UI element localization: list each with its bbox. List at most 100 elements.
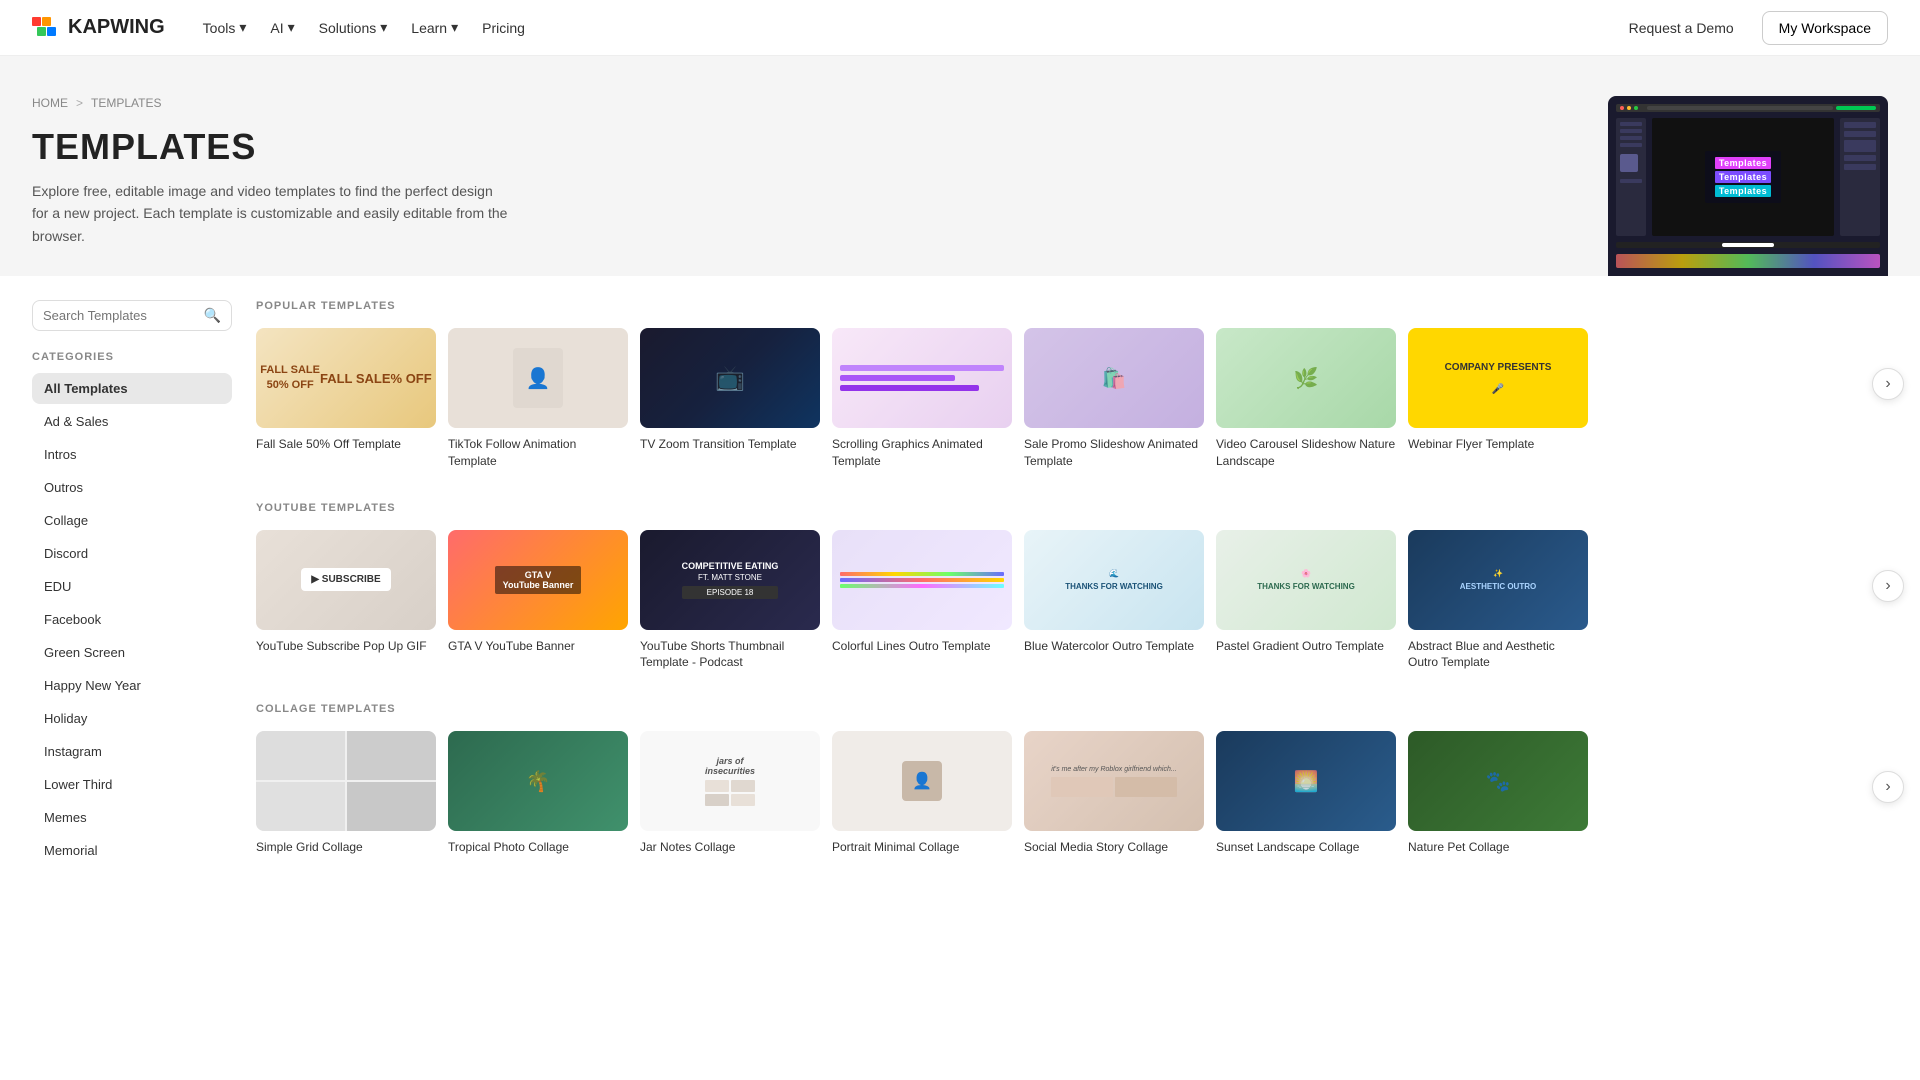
template-thumb-webinar: COMPANY PRESENTS🎤 bbox=[1408, 328, 1588, 428]
template-title-scrolling: Scrolling Graphics Animated Template bbox=[832, 436, 1012, 470]
template-card-abstract-blue[interactable]: ✨ AESTHETIC OUTRO Abstract Blue and Aest… bbox=[1408, 530, 1588, 672]
sidebar-item-green-screen[interactable]: Green Screen bbox=[32, 637, 232, 668]
sidebar-item-instagram[interactable]: Instagram bbox=[32, 736, 232, 767]
sidebar-item-memorial[interactable]: Memorial bbox=[32, 835, 232, 866]
youtube-carousel-next[interactable]: › bbox=[1872, 570, 1904, 602]
hero-preview-image: Templates Templates Templates bbox=[1608, 96, 1888, 276]
sidebar-item-outros[interactable]: Outros bbox=[32, 472, 232, 503]
sidebar: 🔍 CATEGORIES All Templates Ad & Sales In… bbox=[32, 300, 232, 888]
logo[interactable]: KAPWING bbox=[32, 16, 165, 39]
sidebar-item-lower-third[interactable]: Lower Third bbox=[32, 769, 232, 800]
template-card-blue-watercolor[interactable]: 🌊 THANKS FOR WATCHING Blue Watercolor Ou… bbox=[1024, 530, 1204, 672]
sidebar-item-edu[interactable]: EDU bbox=[32, 571, 232, 602]
main-layout: 🔍 CATEGORIES All Templates Ad & Sales In… bbox=[0, 276, 1920, 912]
popular-section-label: POPULAR TEMPLATES bbox=[256, 300, 1888, 312]
template-title-yt-shorts: YouTube Shorts Thumbnail Template - Podc… bbox=[640, 638, 820, 672]
template-title-yt-subscribe: YouTube Subscribe Pop Up GIF bbox=[256, 638, 436, 655]
chevron-down-icon: ▾ bbox=[288, 19, 295, 36]
template-title-gta: GTA V YouTube Banner bbox=[448, 638, 628, 655]
nav-tools[interactable]: Tools ▾ bbox=[193, 13, 257, 42]
hero-template-text-1: Templates bbox=[1715, 157, 1771, 169]
popular-carousel-next[interactable]: › bbox=[1872, 368, 1904, 400]
template-title-webinar: Webinar Flyer Template bbox=[1408, 436, 1588, 453]
template-card-scrolling[interactable]: Scrolling Graphics Animated Template bbox=[832, 328, 1012, 470]
search-box[interactable]: 🔍 bbox=[32, 300, 232, 331]
template-title-tv-zoom: TV Zoom Transition Template bbox=[640, 436, 820, 453]
template-thumb-sale-promo: 🛍️ bbox=[1024, 328, 1204, 428]
search-input[interactable] bbox=[43, 308, 196, 323]
template-thumb-collage2: 🌴 bbox=[448, 731, 628, 831]
my-workspace-button[interactable]: My Workspace bbox=[1762, 11, 1888, 45]
nav-left: KAPWING Tools ▾ AI ▾ Solutions ▾ Learn ▾… bbox=[32, 13, 535, 42]
nav-pricing[interactable]: Pricing bbox=[472, 13, 535, 42]
nav-ai[interactable]: AI ▾ bbox=[260, 13, 304, 42]
breadcrumb-separator: > bbox=[76, 96, 83, 110]
breadcrumb-current: TEMPLATES bbox=[91, 96, 161, 110]
collage-carousel-next[interactable]: › bbox=[1872, 771, 1904, 803]
template-thumb-abstract-blue: ✨ AESTHETIC OUTRO bbox=[1408, 530, 1588, 630]
sidebar-item-memes[interactable]: Memes bbox=[32, 802, 232, 833]
template-card-collage4[interactable]: 👤 Portrait Minimal Collage bbox=[832, 731, 1012, 856]
page-title: TEMPLATES bbox=[32, 126, 512, 168]
request-demo-button[interactable]: Request a Demo bbox=[1613, 12, 1750, 44]
sidebar-item-facebook[interactable]: Facebook bbox=[32, 604, 232, 635]
template-thumb-tiktok: 👤 bbox=[448, 328, 628, 428]
nav-right: Request a Demo My Workspace bbox=[1613, 11, 1888, 45]
template-thumb-video-carousel: 🌿 bbox=[1216, 328, 1396, 428]
collage-section-label: COLLAGE TEMPLATES bbox=[256, 703, 1888, 715]
template-card-colorful[interactable]: Colorful Lines Outro Template bbox=[832, 530, 1012, 672]
template-card-collage1[interactable]: Simple Grid Collage bbox=[256, 731, 436, 856]
template-card-sale-promo[interactable]: 🛍️ Sale Promo Slideshow Animated Templat… bbox=[1024, 328, 1204, 470]
template-thumb-gta: GTA VYouTube Banner bbox=[448, 530, 628, 630]
sidebar-item-collage[interactable]: Collage bbox=[32, 505, 232, 536]
template-title-abstract-blue: Abstract Blue and Aesthetic Outro Templa… bbox=[1408, 638, 1588, 672]
template-title-collage1: Simple Grid Collage bbox=[256, 839, 436, 856]
search-icon: 🔍 bbox=[204, 307, 221, 324]
template-thumb-scrolling bbox=[832, 328, 1012, 428]
template-title-sale-promo: Sale Promo Slideshow Animated Template bbox=[1024, 436, 1204, 470]
sidebar-item-all-templates[interactable]: All Templates bbox=[32, 373, 232, 404]
template-card-collage7[interactable]: 🐾 Nature Pet Collage bbox=[1408, 731, 1588, 856]
nav-solutions[interactable]: Solutions ▾ bbox=[309, 13, 398, 42]
template-card-gta[interactable]: GTA VYouTube Banner GTA V YouTube Banner bbox=[448, 530, 628, 672]
template-thumb-pastel: 🌸 THANKS FOR WATCHING bbox=[1216, 530, 1396, 630]
template-thumb-fall-sale: FALL SALE50% OFF bbox=[256, 328, 436, 428]
hero-template-text-3: Templates bbox=[1715, 185, 1771, 197]
navbar: KAPWING Tools ▾ AI ▾ Solutions ▾ Learn ▾… bbox=[0, 0, 1920, 56]
template-thumb-collage5: it's me after my Roblox girlfriend which… bbox=[1024, 731, 1204, 831]
template-card-yt-subscribe[interactable]: ▶ SUBSCRIBE YouTube Subscribe Pop Up GIF bbox=[256, 530, 436, 672]
sidebar-item-happy-new-year[interactable]: Happy New Year bbox=[32, 670, 232, 701]
sidebar-item-intros[interactable]: Intros bbox=[32, 439, 232, 470]
template-title-collage5: Social Media Story Collage bbox=[1024, 839, 1204, 856]
template-thumb-collage6: 🌅 bbox=[1216, 731, 1396, 831]
template-title-colorful: Colorful Lines Outro Template bbox=[832, 638, 1012, 655]
template-card-tv-zoom[interactable]: 📺 TV Zoom Transition Template bbox=[640, 328, 820, 470]
nav-learn[interactable]: Learn ▾ bbox=[401, 13, 468, 42]
hero-text: HOME > TEMPLATES TEMPLATES Explore free,… bbox=[32, 96, 512, 247]
template-card-video-carousel[interactable]: 🌿 Video Carousel Slideshow Nature Landsc… bbox=[1216, 328, 1396, 470]
template-thumb-yt-subscribe: ▶ SUBSCRIBE bbox=[256, 530, 436, 630]
sidebar-item-discord[interactable]: Discord bbox=[32, 538, 232, 569]
template-thumb-collage4: 👤 bbox=[832, 731, 1012, 831]
logo-text: KAPWING bbox=[68, 16, 165, 39]
template-card-pastel[interactable]: 🌸 THANKS FOR WATCHING Pastel Gradient Ou… bbox=[1216, 530, 1396, 672]
template-card-collage5[interactable]: it's me after my Roblox girlfriend which… bbox=[1024, 731, 1204, 856]
template-card-collage3[interactable]: jars ofinsecurities Jar Notes Collage bbox=[640, 731, 820, 856]
template-title-collage4: Portrait Minimal Collage bbox=[832, 839, 1012, 856]
youtube-section-label: YOUTUBE TEMPLATES bbox=[256, 502, 1888, 514]
breadcrumb: HOME > TEMPLATES bbox=[32, 96, 512, 110]
collage-templates-row: Simple Grid Collage 🌴 Tropical Photo Col… bbox=[256, 731, 1888, 856]
template-card-fall-sale[interactable]: FALL SALE50% OFF Fall Sale 50% Off Templ… bbox=[256, 328, 436, 470]
template-thumb-yt-shorts: COMPETITIVE EATING FT. MATT STONE EPISOD… bbox=[640, 530, 820, 630]
hero-section: HOME > TEMPLATES TEMPLATES Explore free,… bbox=[0, 56, 1920, 276]
chevron-down-icon: ▾ bbox=[239, 19, 246, 36]
template-card-yt-shorts[interactable]: COMPETITIVE EATING FT. MATT STONE EPISOD… bbox=[640, 530, 820, 672]
template-card-collage2[interactable]: 🌴 Tropical Photo Collage bbox=[448, 731, 628, 856]
template-title-blue-watercolor: Blue Watercolor Outro Template bbox=[1024, 638, 1204, 655]
template-card-webinar[interactable]: COMPANY PRESENTS🎤 Webinar Flyer Template bbox=[1408, 328, 1588, 470]
sidebar-item-holiday[interactable]: Holiday bbox=[32, 703, 232, 734]
template-card-collage6[interactable]: 🌅 Sunset Landscape Collage bbox=[1216, 731, 1396, 856]
template-card-tiktok[interactable]: 👤 TikTok Follow Animation Template bbox=[448, 328, 628, 470]
breadcrumb-home[interactable]: HOME bbox=[32, 96, 68, 110]
sidebar-item-ad-sales[interactable]: Ad & Sales bbox=[32, 406, 232, 437]
